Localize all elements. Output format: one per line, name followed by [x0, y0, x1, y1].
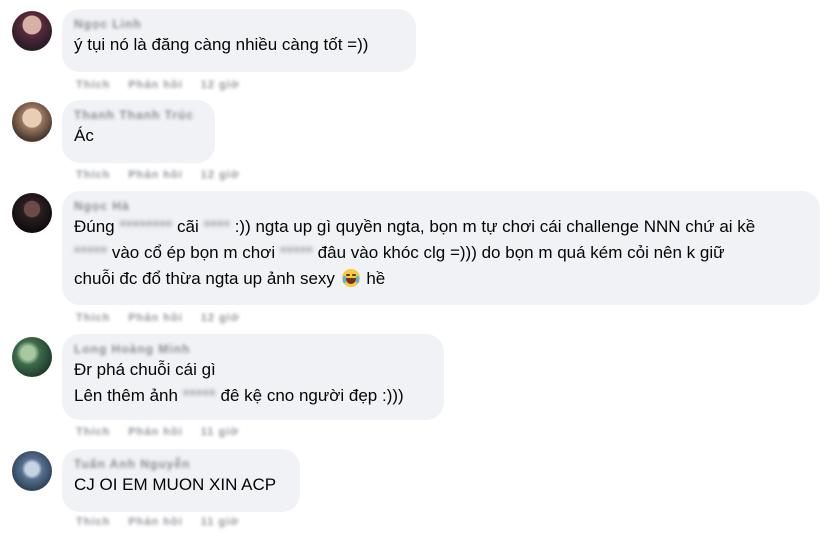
like-link[interactable]: Thích: [76, 79, 110, 91]
like-link[interactable]: Thích: [76, 312, 110, 324]
avatar[interactable]: [12, 11, 52, 51]
reply-link[interactable]: Phản hồi: [128, 312, 182, 324]
comment-actions: Thích Phản hồi 11 giờ: [76, 516, 257, 530]
redacted-text: *****: [74, 243, 108, 262]
timestamp[interactable]: 11 giờ: [201, 426, 239, 438]
comment-author[interactable]: Tuấn Anh Nguyễn: [74, 457, 288, 472]
comment-author[interactable]: Long Hoàng Minh: [74, 342, 432, 357]
timestamp[interactable]: 12 giờ: [201, 169, 240, 181]
comment-actions: Thích Phản hồi 12 giờ: [76, 79, 258, 93]
comment-author[interactable]: Thanh Thanh Trúc: [74, 108, 203, 123]
face-with-tears-of-joy-emoji: [341, 269, 360, 287]
avatar[interactable]: [12, 451, 52, 491]
timestamp[interactable]: 11 giờ: [201, 516, 239, 528]
reply-link[interactable]: Phản hồi: [128, 426, 182, 438]
comment-bubble: Ngọc Linh ý tụi nó là đăng càng nhiều cà…: [62, 9, 416, 72]
comment-text: CJ OI EM MUON XIN ACP: [74, 475, 277, 494]
comment-bubble: Thanh Thanh Trúc Ác: [62, 100, 215, 163]
avatar[interactable]: [12, 102, 52, 142]
avatar[interactable]: [12, 193, 52, 233]
comment-actions: Thích Phản hồi 11 giờ: [76, 426, 257, 440]
comment-author[interactable]: Ngọc Linh: [74, 17, 404, 32]
reply-link[interactable]: Phản hồi: [128, 79, 182, 91]
reply-link[interactable]: Phản hồi: [128, 516, 182, 528]
comment-actions: Thích Phản hồi 12 giờ: [76, 169, 258, 183]
comment-bubble: Ngọc Hà Đúng ******** cãi **** :)) ngta …: [62, 191, 820, 305]
comment-bubble: Tuấn Anh Nguyễn CJ OI EM MUON XIN ACP: [62, 449, 300, 512]
comment-text: ý tụi nó là đăng càng nhiều càng tốt =)): [74, 35, 369, 54]
redacted-text: *****: [182, 386, 216, 405]
comment-text: Đúng ******** cãi **** :)) ngta up gì qu…: [74, 217, 756, 288]
redacted-text: ********: [119, 217, 173, 236]
redacted-text: *****: [279, 243, 313, 262]
redacted-text: ****: [203, 217, 230, 236]
like-link[interactable]: Thích: [76, 516, 110, 528]
reply-link[interactable]: Phản hồi: [128, 169, 182, 181]
like-link[interactable]: Thích: [76, 426, 110, 438]
comment-actions: Thích Phản hồi 12 giờ: [76, 312, 258, 326]
comment-author[interactable]: Ngọc Hà: [74, 199, 808, 214]
like-link[interactable]: Thích: [76, 169, 110, 181]
comment-text: Đr phá chuỗi cái gì Lên thêm ảnh ***** đ…: [74, 360, 404, 405]
comment-text: Ác: [74, 126, 94, 145]
timestamp[interactable]: 12 giờ: [201, 79, 240, 91]
timestamp[interactable]: 12 giờ: [201, 312, 240, 324]
comment-bubble: Long Hoàng Minh Đr phá chuỗi cái gì Lên …: [62, 334, 444, 420]
avatar[interactable]: [12, 337, 52, 377]
